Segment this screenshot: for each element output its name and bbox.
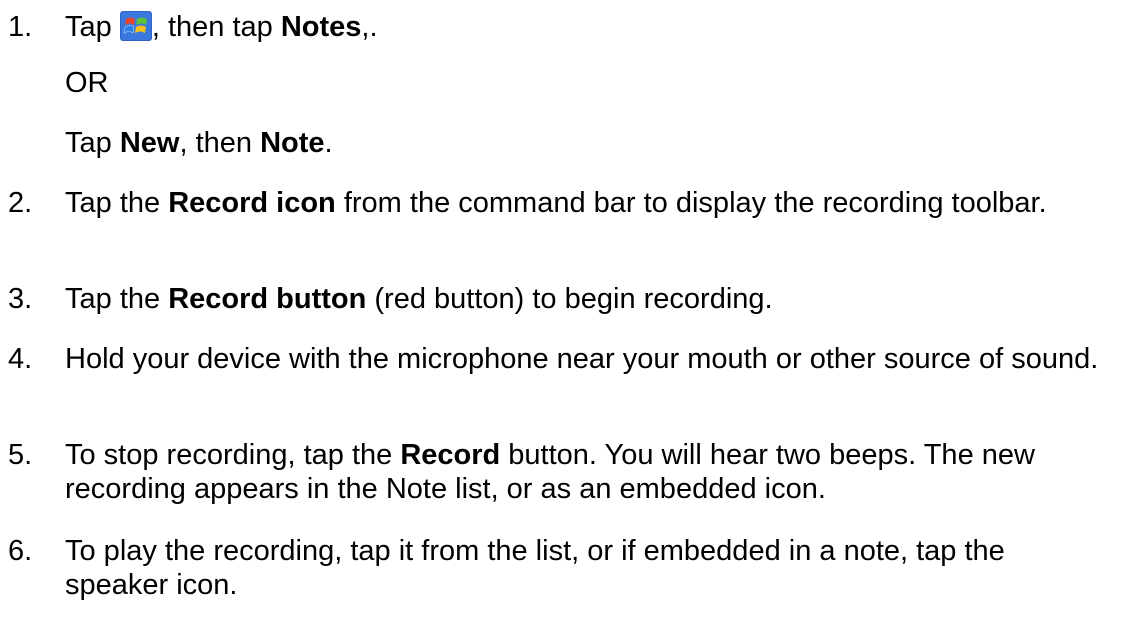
- step-3: 3. Tap the Record button (red button) to…: [8, 283, 773, 315]
- step-number: 3.: [8, 283, 33, 315]
- step-number: 5.: [8, 439, 33, 471]
- step-6: 6. To play the recording, tap it from th…: [0, 534, 1110, 602]
- step-number: 1.: [8, 11, 33, 43]
- windows-start-icon: [119, 11, 152, 41]
- step-1-or: OR: [65, 67, 109, 99]
- step-text: Tap: [65, 11, 120, 43]
- step-text: To play the recording, tap it from the l…: [65, 535, 1005, 601]
- step-text: , then tap: [151, 11, 281, 43]
- step-text: ,.: [361, 11, 378, 43]
- step-5: 5. To stop recording, tap the Record but…: [8, 439, 1035, 505]
- step-4: 4. Hold your device with the microphone …: [0, 342, 1110, 376]
- step-2: 2. Tap the Record icon from the command …: [8, 187, 1047, 219]
- step-number: 4.: [8, 343, 33, 375]
- step-number: 2.: [8, 187, 33, 219]
- step-1: 1. Tap , then tap Notes,.: [0, 10, 1110, 44]
- step-number: 6.: [8, 535, 33, 567]
- step-1-alt: Tap New, then Note.: [65, 127, 333, 159]
- step-text: Hold your device with the microphone nea…: [65, 343, 1099, 375]
- step-text-bold: Notes: [280, 11, 362, 43]
